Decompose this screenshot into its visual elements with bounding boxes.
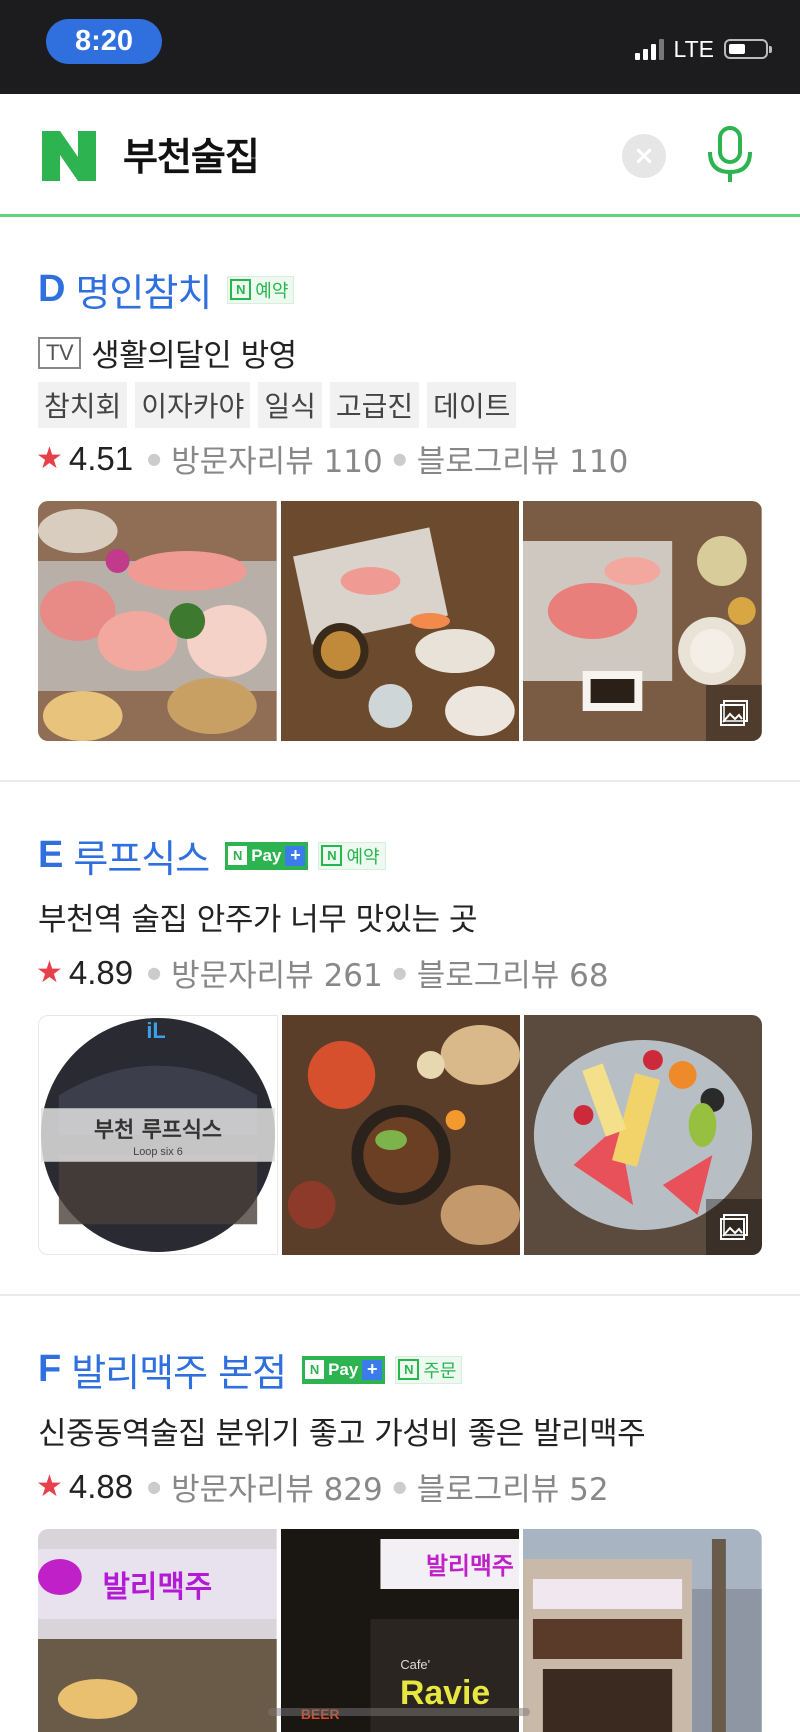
- network-label: LTE: [673, 35, 714, 62]
- gallery-icon: [706, 685, 762, 741]
- photo-strip: [38, 501, 762, 741]
- visitor-reviews-link[interactable]: 방문자리뷰 110: [171, 436, 383, 481]
- naver-n-icon: N: [398, 1359, 420, 1380]
- place-description: TV 생활의달인 방영: [38, 330, 297, 375]
- divider: [0, 1294, 800, 1296]
- tag: 일식: [258, 382, 322, 428]
- photo[interactable]: [523, 1529, 762, 1732]
- logo-mark: iL: [146, 1018, 165, 1043]
- blog-reviews-link[interactable]: 블로그리뷰 110: [417, 436, 629, 481]
- battery-icon: [724, 39, 772, 59]
- rating-score: 4.51: [68, 439, 134, 477]
- npay-badge: N Pay +: [302, 1355, 386, 1384]
- place-name-link[interactable]: 루프식스: [73, 828, 210, 883]
- photo[interactable]: 발리맥주 Cafe' Ravie BEER: [280, 1529, 520, 1732]
- status-indicators: LTE: [634, 35, 772, 63]
- photo[interactable]: 발리맥주: [38, 1529, 277, 1732]
- tag-list: 참치회 이자카야 일식 고급진 데이트: [38, 382, 517, 428]
- photo-strip: iL 부천 루프식스 Loop six 6: [38, 1015, 762, 1255]
- logo-subtext: Loop six 6: [133, 1146, 183, 1158]
- photo[interactable]: [523, 501, 762, 741]
- visitor-reviews-link[interactable]: 방문자리뷰 261: [171, 950, 383, 995]
- status-bar: 8:20 LTE: [0, 0, 800, 94]
- star-icon: ★: [36, 955, 63, 990]
- signal-icon: [634, 38, 664, 60]
- gallery-icon: [706, 1199, 762, 1255]
- store-sign-text: 발리맥주: [102, 1570, 212, 1605]
- naver-n-icon: N: [321, 845, 343, 866]
- plus-icon: +: [285, 845, 306, 866]
- tag: 참치회: [38, 382, 128, 428]
- naver-n-icon: N: [305, 1360, 325, 1379]
- photo[interactable]: [524, 1015, 762, 1255]
- status-time: 8:20: [46, 19, 162, 64]
- search-input[interactable]: 부천술집: [123, 126, 260, 181]
- star-icon: ★: [36, 441, 63, 476]
- photo[interactable]: [280, 501, 520, 741]
- microphone-icon[interactable]: [704, 126, 756, 186]
- place-description: 신중동역술집 분위기 좋고 가성비 좋은 발리맥주: [38, 1416, 646, 1452]
- result-title-row: F 발리맥주 본점 N Pay + N 주문: [38, 1342, 463, 1397]
- naver-n-icon: N: [228, 846, 248, 865]
- result-title-row: D 명인참치 N 예약: [38, 262, 295, 317]
- home-indicator[interactable]: [268, 1708, 530, 1716]
- result-marker: E: [38, 834, 64, 876]
- store-sign-text: Cafe': [400, 1657, 430, 1672]
- rating-score: 4.89: [68, 953, 134, 991]
- search-header: 부천술집 ×: [0, 94, 800, 217]
- naver-n-icon: N: [230, 279, 252, 300]
- tag: 이자카야: [135, 382, 251, 428]
- clear-search-button[interactable]: ×: [622, 134, 666, 178]
- place-name-link[interactable]: 발리맥주 본점: [71, 1342, 287, 1397]
- npay-badge: N Pay +: [225, 841, 309, 870]
- tv-badge: TV: [38, 336, 82, 369]
- place-description: 부천역 술집 안주가 너무 맛있는 곳: [38, 902, 478, 938]
- rating-score: 4.88: [68, 1467, 134, 1505]
- rating-row: ★ 4.89 ● 방문자리뷰 261 ● 블로그리뷰 68: [36, 950, 609, 995]
- photo[interactable]: iL 부천 루프식스 Loop six 6: [38, 1015, 278, 1255]
- star-icon: ★: [36, 1469, 63, 1504]
- reservation-badge[interactable]: N 예약: [318, 841, 386, 870]
- blog-reviews-link[interactable]: 블로그리뷰 52: [417, 1464, 609, 1509]
- result-title-row: E 루프식스 N Pay + N 예약: [38, 828, 386, 883]
- order-badge[interactable]: N 주문: [395, 1355, 463, 1384]
- logo-text: 부천 루프식스: [94, 1118, 222, 1143]
- divider: [0, 780, 800, 782]
- photo[interactable]: [282, 1015, 520, 1255]
- plus-icon: +: [362, 1359, 383, 1380]
- tag: 고급진: [329, 382, 420, 428]
- visitor-reviews-link[interactable]: 방문자리뷰 829: [171, 1464, 383, 1509]
- result-marker: F: [38, 1348, 62, 1390]
- result-marker: D: [38, 268, 66, 310]
- close-icon: ×: [633, 141, 655, 171]
- blog-reviews-link[interactable]: 블로그리뷰 68: [417, 950, 609, 995]
- place-name-link[interactable]: 명인참치: [75, 262, 212, 317]
- reservation-badge[interactable]: N 예약: [227, 275, 295, 304]
- photo[interactable]: [38, 501, 277, 741]
- tag: 데이트: [427, 382, 517, 428]
- store-sign-text: 발리맥주: [426, 1552, 514, 1580]
- photo-strip: 발리맥주 발리맥주 Cafe' Ravie BEER: [38, 1529, 762, 1732]
- store-sign-text: Ravie: [400, 1674, 490, 1712]
- rating-row: ★ 4.51 ● 방문자리뷰 110 ● 블로그리뷰 110: [36, 436, 628, 481]
- rating-row: ★ 4.88 ● 방문자리뷰 829 ● 블로그리뷰 52: [36, 1464, 609, 1509]
- naver-logo-icon[interactable]: [42, 131, 96, 181]
